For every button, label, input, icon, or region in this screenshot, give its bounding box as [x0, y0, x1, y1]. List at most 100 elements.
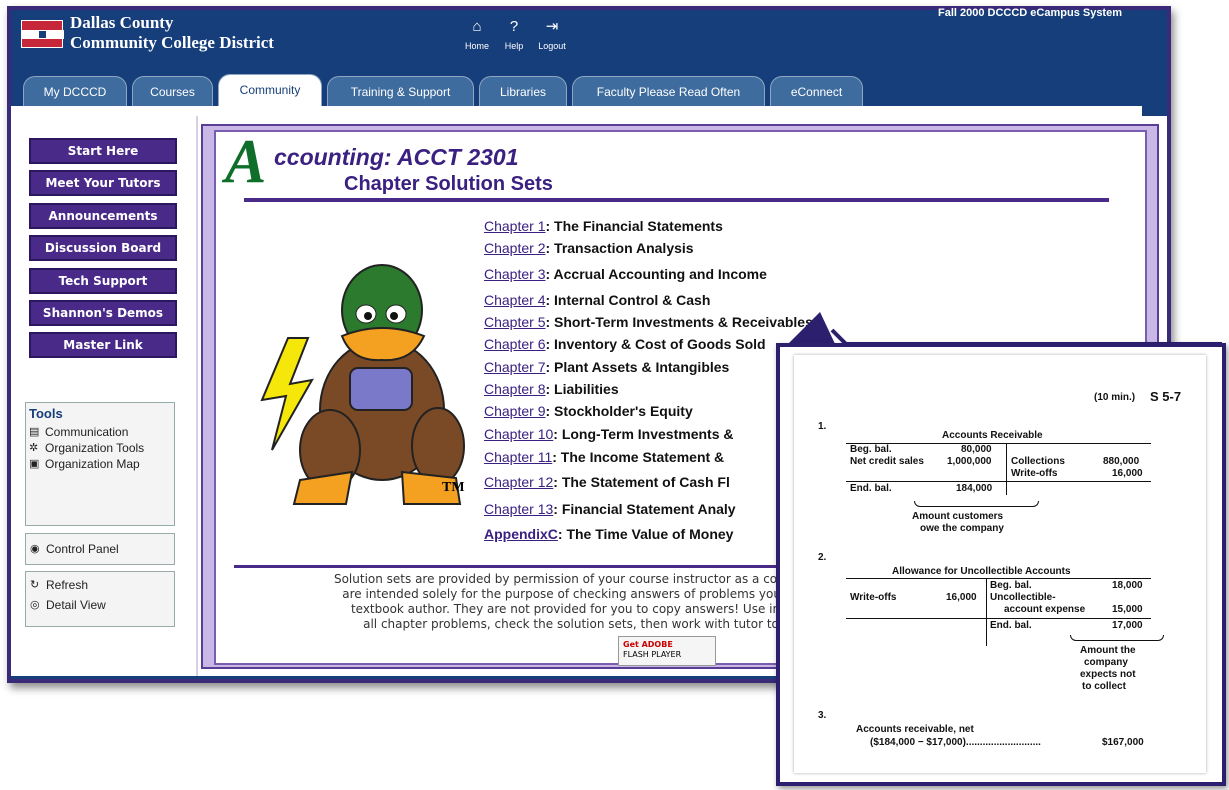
chapter-title: : The Time Value of Money	[557, 526, 734, 542]
chapter-item: Chapter 12: The Statement of Cash Fl	[484, 474, 730, 490]
control-panel-label: Control Panel	[46, 542, 119, 556]
organization-map-tool[interactable]: ▣ Organization Map	[26, 456, 174, 472]
chapter-title: : Stockholder's Equity	[545, 403, 693, 419]
appendix-link[interactable]: AppendixC	[484, 526, 558, 542]
detail-view-link[interactable]: ◎ Detail View	[26, 594, 174, 616]
tools-title: Tools	[29, 406, 63, 421]
tab-my-dcccd[interactable]: My DCCCD	[23, 76, 127, 106]
logout-icon: ⇥	[545, 18, 559, 35]
ar-note-line2: owe the company	[920, 523, 1004, 534]
al-expense-amount: 15,000	[1112, 604, 1143, 615]
refresh-link[interactable]: ↻ Refresh	[26, 572, 174, 594]
chapter-title: : Financial Statement Analy	[553, 501, 736, 517]
al-writeoffs-amount: 16,000	[946, 592, 977, 603]
communication-tool[interactable]: ▤ Communication	[26, 424, 174, 440]
dcccd-logo[interactable]	[21, 20, 64, 48]
chapter-title: : Inventory & Cost of Goods Sold	[545, 336, 766, 352]
chapter-title: : Liabilities	[545, 381, 619, 397]
ar-net-label: Accounts receivable, net	[856, 724, 974, 735]
ar-credit-amount: 1,000,000	[947, 456, 992, 467]
main-tabs: My DCCCD Courses Community Training & Su…	[11, 74, 1167, 106]
chapter-link[interactable]: Chapter 11	[484, 449, 552, 465]
detail-view-icon: ◎	[30, 599, 40, 611]
al-expense-label: account expense	[1004, 604, 1086, 615]
chapter-link[interactable]: Chapter 7	[484, 359, 545, 375]
detail-view-label: Detail View	[46, 598, 106, 612]
shannons-demos-button[interactable]: Shannon's Demos	[29, 300, 177, 326]
al-end-label: End. bal.	[990, 620, 1032, 631]
al-note-line3: expects not	[1080, 669, 1136, 680]
chapter-item: Chapter 1: The Financial Statements	[484, 218, 723, 234]
chapter-item: AppendixC: The Time Value of Money	[484, 526, 733, 542]
footer-line: are intended solely for the purpose of c…	[342, 587, 800, 601]
view-options-box: ↻ Refresh ◎ Detail View	[25, 571, 175, 627]
solution-excerpt: (10 min.) S 5-7 1. Accounts Receivable B…	[794, 355, 1206, 773]
tools-panel: Tools ▤ Communication ✲ Organization Too…	[25, 402, 175, 526]
ar-collections-label: Collections	[1011, 456, 1065, 467]
ar-beg-label: Beg. bal.	[850, 444, 892, 455]
chapter-link[interactable]: Chapter 5	[484, 314, 545, 330]
ar-note-line1: Amount customers	[912, 511, 1004, 522]
chapter-link[interactable]: Chapter 3	[484, 266, 545, 282]
control-panel-box: ◉ Control Panel	[25, 533, 175, 565]
help-label: Help	[504, 41, 524, 51]
ar-writeoffs-label: Write-offs	[1011, 468, 1058, 479]
start-here-button[interactable]: Start Here	[29, 138, 177, 164]
tab-courses[interactable]: Courses	[132, 76, 213, 106]
tab-libraries[interactable]: Libraries	[479, 76, 567, 106]
site-header: Dallas County Community College District…	[11, 7, 1167, 76]
organization-tools-icon: ✲	[29, 442, 39, 454]
chapter-link[interactable]: Chapter 1	[484, 218, 545, 234]
chapter-link[interactable]: Chapter 2	[484, 240, 545, 256]
organization-tools-tool[interactable]: ✲ Organization Tools	[26, 440, 174, 456]
chapter-link[interactable]: Chapter 12	[484, 474, 553, 490]
chapter-item: Chapter 4: Internal Control & Cash	[484, 292, 710, 308]
refresh-icon: ↻	[30, 579, 40, 591]
organization-map-label: Organization Map	[45, 457, 140, 471]
tab-faculty-read[interactable]: Faculty Please Read Often	[572, 76, 765, 106]
chapter-link[interactable]: Chapter 4	[484, 292, 545, 308]
page-subtitle: Chapter Solution Sets	[344, 173, 553, 195]
item-number: 2.	[818, 552, 827, 563]
ar-writeoffs-amount: 16,000	[1112, 468, 1143, 479]
item-number: 1.	[818, 421, 827, 432]
chapter-link[interactable]: Chapter 10	[484, 426, 553, 442]
master-link-button[interactable]: Master Link	[29, 332, 177, 358]
organization-map-icon: ▣	[29, 458, 40, 470]
tab-strip-base	[11, 106, 1142, 116]
tab-community[interactable]: Community	[218, 74, 322, 106]
help-icon: ?	[509, 18, 519, 35]
footer-line: all chapter problems, check the solution…	[363, 617, 779, 631]
org-name-line1: Dallas County	[70, 13, 174, 32]
logout-label: Logout	[538, 41, 566, 51]
system-name: Fall 2000 DCCCD eCampus System	[937, 7, 1122, 19]
chapter-link[interactable]: Chapter 6	[484, 336, 545, 352]
t-account-rule	[846, 578, 1151, 579]
footer-line: Solution sets are provided by permission…	[333, 572, 809, 586]
discussion-board-button[interactable]: Discussion Board	[29, 235, 177, 261]
screenshot-stage: Dallas County Community College District…	[0, 0, 1229, 790]
chapter-title: : Short-Term Investments & Receivables	[545, 314, 813, 330]
chapter-title: : Internal Control & Cash	[545, 292, 711, 308]
flash-player-badge[interactable]: Get ADOBE FLASH PLAYER	[618, 636, 716, 666]
chapter-link[interactable]: Chapter 13	[484, 501, 553, 517]
meet-tutors-button[interactable]: Meet Your Tutors	[29, 170, 177, 196]
control-panel-link[interactable]: ◉ Control Panel	[26, 534, 174, 564]
chapter-link[interactable]: Chapter 8	[484, 381, 545, 397]
trademark-mark: TM	[442, 480, 465, 495]
announcements-button[interactable]: Announcements	[29, 203, 177, 229]
home-icon: ⌂	[472, 18, 482, 35]
help-link[interactable]: ? Help	[496, 18, 532, 51]
logout-link[interactable]: ⇥ Logout	[534, 18, 570, 51]
allowance-title: Allowance for Uncollectible Accounts	[892, 566, 1071, 577]
zoom-callout: (10 min.) S 5-7 1. Accounts Receivable B…	[776, 343, 1226, 786]
tech-support-button[interactable]: Tech Support	[29, 268, 177, 294]
home-link[interactable]: ⌂ Home	[459, 18, 495, 51]
tab-econnect[interactable]: eConnect	[770, 76, 863, 106]
tab-training-support[interactable]: Training & Support	[327, 76, 474, 106]
chapter-link[interactable]: Chapter 9	[484, 403, 545, 419]
t-account-total-rule	[846, 618, 1151, 619]
communication-icon: ▤	[29, 426, 40, 438]
chapter-title: : The Income Statement &	[552, 449, 725, 465]
ar-credit-label: Net credit sales	[850, 456, 924, 467]
